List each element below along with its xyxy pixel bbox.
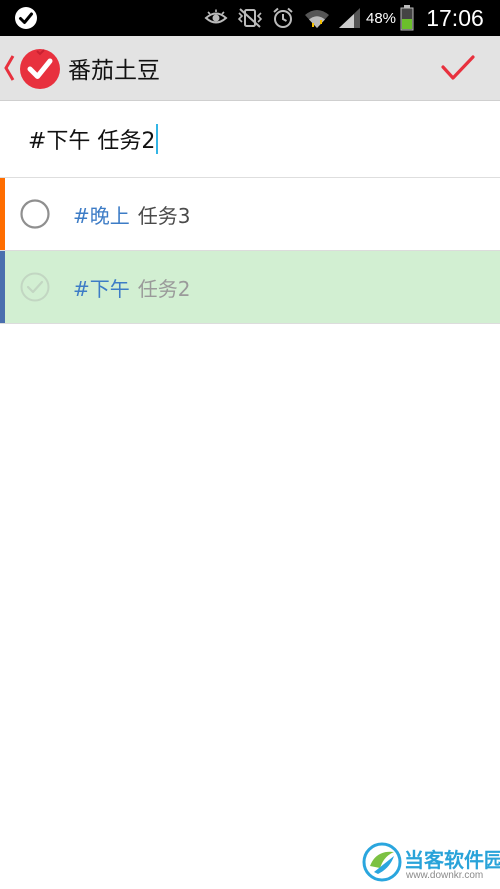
confirm-check-icon[interactable] [441,55,475,81]
watermark: 当客软件园 www.downkr.com [362,842,500,888]
priority-bar [0,251,5,323]
task-title: 任务2 [137,276,191,301]
status-clock: 17:06 [426,4,484,31]
alarm-clock-icon [270,0,296,36]
watermark-name: 当客软件园 [404,848,500,872]
text-cursor [156,124,159,154]
task-tag[interactable]: #下午 [73,273,130,302]
action-bar: 番茄土豆 [0,36,500,101]
wifi-icon [303,0,331,36]
page-title: 番茄土豆 [68,58,160,84]
back-chevron-icon[interactable] [3,54,17,82]
completed-circle-checkbox-icon[interactable] [20,272,50,302]
task-text: #下午 任务2 [73,251,191,323]
battery-icon [398,0,416,36]
battery-percentage: 48% [365,9,397,27]
cell-signal-icon [337,0,363,36]
watermark-url: www.downkr.com [406,870,484,881]
task-edit-input[interactable]: #下午 任务2 [28,121,159,157]
confirm-button[interactable] [434,44,482,92]
watermark-logo-icon [362,842,402,882]
vibrate-mute-icon [236,0,264,36]
task-edit-row: #下午 任务2 [0,101,500,178]
uncompleted-circle-checkbox-icon[interactable] [20,199,50,229]
status-bar: 48% 17:06 [0,0,500,36]
priority-bar [0,178,5,250]
task-edit-value: #下午 任务2 [28,129,156,154]
eye-icon [203,0,229,36]
tomato-check-logo-icon [20,49,60,89]
task-tag[interactable]: #晚上 [73,200,130,229]
task-text: #晚上 任务3 [73,178,191,250]
check-circle-icon [13,0,39,36]
task-row[interactable]: #下午 任务2 [0,251,500,324]
task-row[interactable]: #晚上 任务3 [0,178,500,251]
task-title: 任务3 [137,203,191,228]
up-navigation-button[interactable]: 番茄土豆 [0,36,190,100]
task-list: #晚上 任务3 #下午 任务2 [0,178,500,324]
